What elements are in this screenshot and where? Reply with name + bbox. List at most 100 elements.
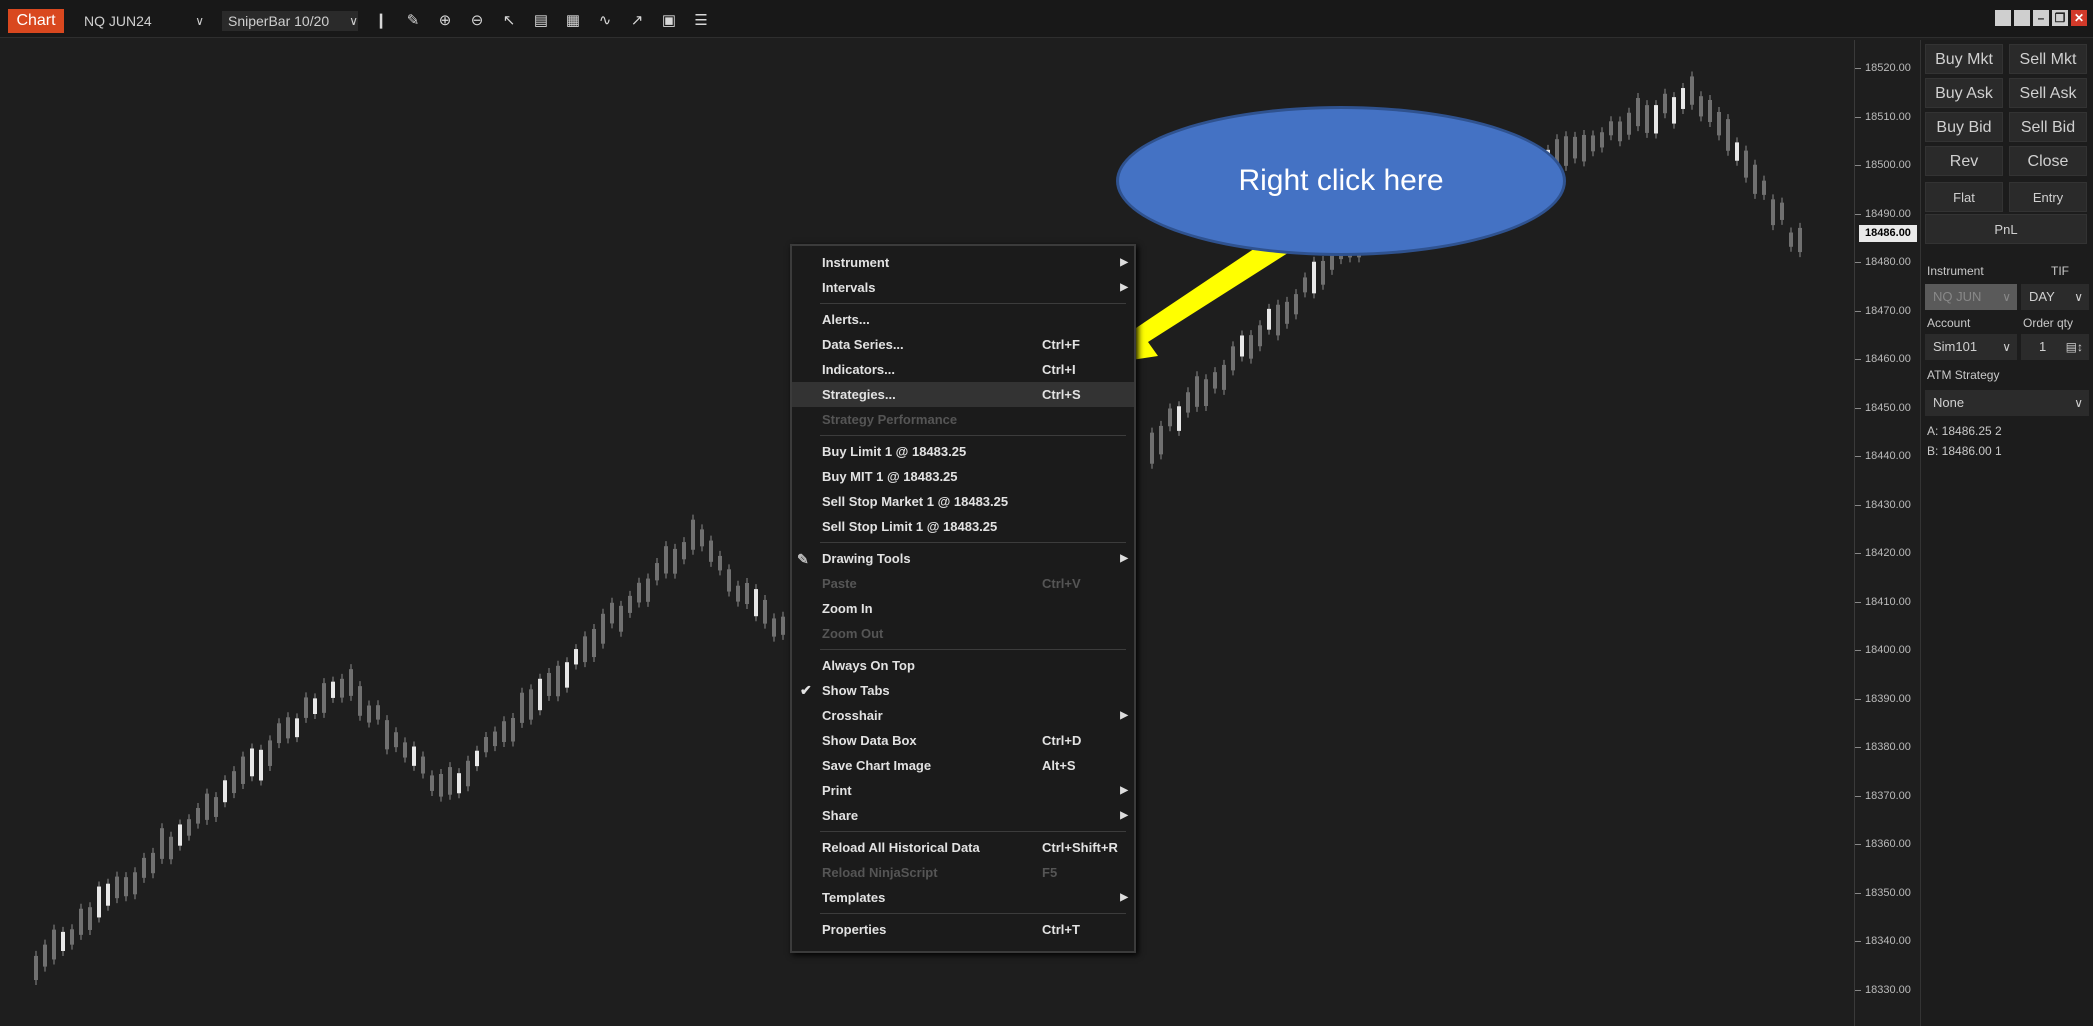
minimize-icon[interactable]: – (2033, 10, 2049, 26)
chart-toolbar: Chart NQ JUN24 ∨ SniperBar 10/20 ∨ ❙ ✎ ⊕ ⊖ ↖… (0, 0, 2093, 38)
menu-item-show-data-box[interactable]: Show Data Box Ctrl+D (792, 728, 1134, 753)
candle-body (565, 662, 569, 688)
menu-separator (820, 831, 1126, 832)
menu-item-label: Reload All Historical Data (822, 840, 980, 855)
order-qty-input[interactable]: 1 ▤↕ (2021, 334, 2089, 360)
menu-item-show-tabs[interactable]: Show Tabs ✔ (792, 678, 1134, 703)
menu-item-label: Indicators... (822, 362, 895, 377)
menu-item-buy-mit-1-18483-25[interactable]: Buy MIT 1 @ 18483.25 (792, 464, 1134, 489)
bar-type-icon[interactable]: ❙ (370, 10, 392, 32)
tile-icon[interactable] (2014, 10, 2030, 26)
menu-item-drawing-tools[interactable]: Drawing Tools ▶ ✎ (792, 546, 1134, 571)
menu-item-share[interactable]: Share ▶ (792, 803, 1134, 828)
zoom-out-icon[interactable]: ⊖ (466, 10, 488, 32)
chart-trader-icon[interactable]: ▦ (562, 10, 584, 32)
candle-body (1591, 135, 1595, 152)
drawing-tool-icon[interactable]: ✎ (402, 10, 424, 32)
zoom-in-icon[interactable]: ⊕ (434, 10, 456, 32)
bar-type-selector[interactable]: SniperBar 10/20 ∨ (222, 11, 358, 31)
properties-icon[interactable]: ☰ (690, 10, 712, 32)
instrument-selector[interactable]: NQ JUN24 ∨ (84, 11, 204, 31)
sell-bid-button[interactable]: Sell Bid (2009, 112, 2087, 142)
menu-item-shortcut: Ctrl+T (1042, 922, 1080, 937)
order-qty-value: 1 (2039, 339, 2047, 354)
menu-item-sell-stop-limit-1-18483-25[interactable]: Sell Stop Limit 1 @ 18483.25 (792, 514, 1134, 539)
candle-body (1267, 308, 1271, 330)
menu-item-reload-all-historical-data[interactable]: Reload All Historical Data Ctrl+Shift+R (792, 835, 1134, 860)
menu-item-data-series[interactable]: Data Series... Ctrl+F (792, 332, 1134, 357)
submenu-arrow-icon: ▶ (1120, 810, 1128, 821)
strategies-icon[interactable]: ↗ (626, 10, 648, 32)
menu-item-reload-ninjascript: Reload NinjaScript F5 (792, 860, 1134, 885)
close-icon[interactable]: ✕ (2071, 10, 2087, 26)
submenu-arrow-icon: ▶ (1120, 710, 1128, 721)
entry-label: Entry (2009, 182, 2087, 212)
menu-item-paste: Paste Ctrl+V (792, 571, 1134, 596)
candle-body (169, 836, 173, 860)
tile-icon[interactable] (1995, 10, 2011, 26)
candle-body (1717, 111, 1721, 136)
candle-body (1726, 119, 1730, 151)
menu-item-zoom-in[interactable]: Zoom In (792, 596, 1134, 621)
menu-item-label: Intervals (822, 280, 876, 295)
menu-item-instrument[interactable]: Instrument ▶ (792, 250, 1134, 275)
account-select[interactable]: Sim101 ∨ (1925, 334, 2017, 360)
sell-market-button[interactable]: Sell Mkt (2009, 44, 2087, 74)
restore-icon[interactable]: ❐ (2052, 10, 2068, 26)
buy-ask-button[interactable]: Buy Ask (1925, 78, 2003, 108)
candle-body (781, 616, 785, 635)
menu-item-label: Save Chart Image (822, 758, 932, 773)
reverse-button[interactable]: Rev (1925, 146, 2003, 176)
candle-body (1285, 301, 1289, 324)
menu-item-strategies[interactable]: Strategies... Ctrl+S (792, 382, 1134, 407)
buy-market-button[interactable]: Buy Mkt (1925, 44, 2003, 74)
indicators-icon[interactable]: ∿ (594, 10, 616, 32)
quantity-stepper-icon[interactable]: ▤↕ (2066, 334, 2083, 360)
tif-select[interactable]: DAY ∨ (2021, 284, 2089, 310)
candle-body (1276, 304, 1280, 336)
candle-body (376, 705, 380, 720)
candle-body (1240, 335, 1244, 357)
candle-body (475, 750, 479, 767)
candle-body (430, 775, 434, 791)
close-position-button[interactable]: Close (2009, 146, 2087, 176)
menu-item-print[interactable]: Print ▶ (792, 778, 1134, 803)
candle-body (448, 767, 452, 795)
candle-body (1177, 406, 1181, 431)
sell-ask-button[interactable]: Sell Ask (2009, 78, 2087, 108)
atm-strategy-select[interactable]: None ∨ (1925, 390, 2089, 416)
data-box-icon[interactable]: ▤ (530, 10, 552, 32)
candle-body (214, 797, 218, 817)
candle-body (520, 692, 524, 723)
candle-body (502, 721, 506, 743)
menu-item-templates[interactable]: Templates ▶ (792, 885, 1134, 910)
menu-item-properties[interactable]: Properties Ctrl+T (792, 917, 1134, 942)
price-tick: 18520.00 (1855, 60, 1921, 76)
menu-item-label: Sell Stop Limit 1 @ 18483.25 (822, 519, 998, 534)
menu-item-sell-stop-market-1-18483-25[interactable]: Sell Stop Market 1 @ 18483.25 (792, 489, 1134, 514)
menu-item-intervals[interactable]: Intervals ▶ (792, 275, 1134, 300)
candle-body (1321, 260, 1325, 285)
menu-item-save-chart-image[interactable]: Save Chart Image Alt+S (792, 753, 1134, 778)
price-axis[interactable]: 18486.00 18520.00 18510.00 18500.00 18490.0… (1854, 40, 1920, 1026)
candle-body (637, 582, 641, 603)
submenu-arrow-icon: ▶ (1120, 892, 1128, 903)
menu-item-indicators[interactable]: Indicators... Ctrl+I (792, 357, 1134, 382)
candle-body (322, 683, 326, 713)
templates-icon[interactable]: ▣ (658, 10, 680, 32)
chart-tab[interactable]: Chart (8, 9, 64, 33)
price-tick: 18430.00 (1855, 497, 1921, 513)
candle-body (1150, 432, 1154, 464)
menu-item-always-on-top[interactable]: Always On Top (792, 653, 1134, 678)
candle-body (1762, 180, 1766, 195)
pointer-icon[interactable]: ↖ (498, 10, 520, 32)
price-tick: 18410.00 (1855, 594, 1921, 610)
candle-body (655, 563, 659, 581)
candle-body (466, 760, 470, 787)
menu-item-alerts[interactable]: Alerts... (792, 307, 1134, 332)
menu-item-crosshair[interactable]: Crosshair ▶ (792, 703, 1134, 728)
menu-item-label: Buy Limit 1 @ 18483.25 (822, 444, 967, 459)
menu-item-label: Alerts... (822, 312, 870, 327)
menu-item-buy-limit-1-18483-25[interactable]: Buy Limit 1 @ 18483.25 (792, 439, 1134, 464)
buy-bid-button[interactable]: Buy Bid (1925, 112, 2003, 142)
